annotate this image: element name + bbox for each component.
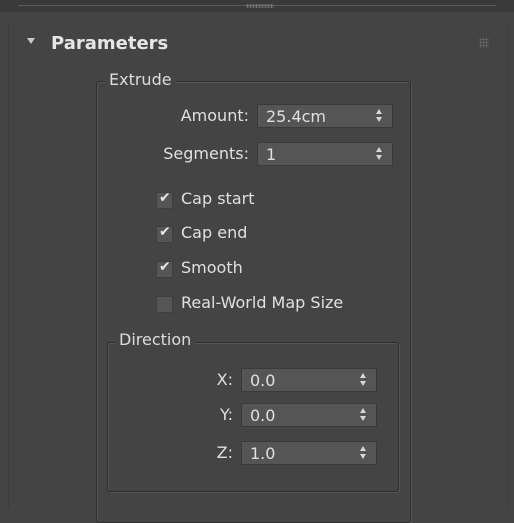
extrude-group-label: Extrude bbox=[105, 70, 176, 89]
real-world-map-size-checkbox[interactable] bbox=[156, 296, 173, 313]
collapse-triangle-icon[interactable] bbox=[27, 38, 35, 44]
cap-start-checkbox[interactable]: ✔ bbox=[156, 190, 173, 209]
spinner-arrows-icon[interactable] bbox=[360, 373, 368, 387]
panel-splitter[interactable] bbox=[0, 0, 514, 12]
direction-group-label: Direction bbox=[115, 330, 196, 349]
segments-spinner[interactable]: 1 bbox=[257, 142, 393, 166]
rollout-header[interactable]: Parameters bbox=[9, 24, 507, 60]
spinner-arrows-icon[interactable] bbox=[360, 446, 368, 460]
direction-z-label: Z: bbox=[216, 443, 233, 462]
segments-value[interactable]: 1 bbox=[266, 145, 276, 164]
direction-z-spinner[interactable]: 1.0 bbox=[241, 441, 377, 465]
rollout-grip-icon[interactable] bbox=[479, 38, 489, 48]
cap-end-checkbox[interactable]: ✔ bbox=[156, 224, 173, 243]
real-world-map-size-label[interactable]: Real-World Map Size bbox=[181, 293, 343, 312]
checkmark-icon: ✔ bbox=[159, 259, 171, 275]
amount-value[interactable]: 25.4cm bbox=[266, 107, 326, 126]
spinner-arrows-icon[interactable] bbox=[360, 408, 368, 422]
direction-y-label: Y: bbox=[219, 405, 233, 424]
spinner-arrows-icon[interactable] bbox=[376, 147, 384, 161]
direction-z-value[interactable]: 1.0 bbox=[250, 444, 275, 463]
cap-end-label[interactable]: Cap end bbox=[181, 223, 247, 242]
spinner-arrows-icon[interactable] bbox=[376, 109, 384, 123]
smooth-checkbox[interactable]: ✔ bbox=[156, 259, 173, 278]
smooth-label[interactable]: Smooth bbox=[181, 258, 243, 277]
checkmark-icon: ✔ bbox=[159, 224, 171, 240]
rollout-title: Parameters bbox=[51, 33, 169, 54]
direction-x-value[interactable]: 0.0 bbox=[250, 371, 275, 390]
splitter-grip-icon[interactable] bbox=[246, 4, 274, 8]
direction-y-value[interactable]: 0.0 bbox=[250, 406, 275, 425]
direction-x-label: X: bbox=[216, 370, 233, 389]
parameters-rollout: Parameters Extrude Amount: 25.4cm Segmen… bbox=[8, 24, 508, 523]
amount-spinner[interactable]: 25.4cm bbox=[257, 104, 393, 128]
direction-x-spinner[interactable]: 0.0 bbox=[241, 368, 377, 392]
checkmark-icon: ✔ bbox=[159, 190, 171, 206]
segments-label: Segments: bbox=[163, 144, 249, 163]
cap-start-label[interactable]: Cap start bbox=[181, 189, 254, 208]
amount-label: Amount: bbox=[180, 106, 249, 125]
direction-y-spinner[interactable]: 0.0 bbox=[241, 403, 377, 427]
